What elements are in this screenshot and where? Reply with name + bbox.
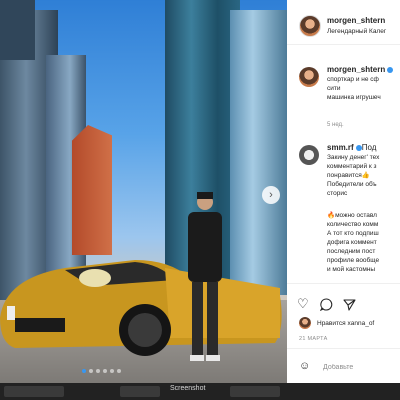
post-side-panel: morgen_shtern Легендарный Калег morgen_s… [287,0,400,383]
carousel-dot [82,369,86,373]
carousel-dot [89,369,93,373]
comment-line: количество комм [327,221,379,228]
skyscraper [72,125,112,255]
caption-avatar[interactable] [299,67,319,87]
caption-line: машинка игрушеч [327,94,381,101]
carousel-dot [103,369,107,373]
share-icon[interactable] [343,298,356,311]
comment-icon[interactable] [320,298,333,311]
comment-line: А тот кто подпиш [327,230,379,237]
carousel-dot [96,369,100,373]
comment-author[interactable]: smm.rf Под [327,143,376,152]
emoji-icon[interactable]: ☺ [299,360,310,372]
caption-time: 5 нед. [327,122,344,128]
comment-line: последним пост [327,248,376,255]
skyscraper [0,0,35,60]
author-username[interactable]: morgen_shtern [327,16,385,25]
strip-segment [120,386,160,397]
screenshot-label: Screenshot [170,385,206,392]
heart-icon[interactable]: ♡ [297,296,309,312]
carousel-indicator [82,369,121,373]
likes-summary[interactable]: Нравится xanna_of [317,320,374,327]
post-location[interactable]: Легендарный Калег [327,28,386,35]
comment-line: профиле вообще [327,257,380,264]
add-comment-bar: ☺ [287,348,400,385]
carousel-dot [117,369,121,373]
comment-line: понравится👍 [327,172,370,179]
author-avatar[interactable] [299,15,321,37]
post-date: 21 МАРТА [299,336,328,342]
comment-line: и мой кастомны [327,266,376,273]
sports-car [0,260,282,356]
caption-line: спорткар и не сф [327,76,379,83]
comment-line: сторис [327,190,348,197]
post-photo[interactable]: › [0,0,287,383]
strip-segment [230,386,280,397]
comment-line: Победители объ [327,181,377,188]
caption-line: сити [327,85,341,92]
post-header: morgen_shtern Легендарный Калег [287,0,400,45]
comment-line: дофига коммент [327,239,377,246]
comment-line: комментарий к з [327,163,377,170]
comments-list: morgen_shtern спорткар и не сф сити маши… [287,45,400,280]
comment-line: 🔥можно оставл [327,212,377,219]
caption-author[interactable]: morgen_shtern [327,65,394,74]
person [188,192,222,361]
comment-input[interactable] [321,358,400,376]
strip-segment [4,386,64,397]
verified-icon [387,66,394,73]
carousel-dot [110,369,114,373]
post-actions: ♡ Нравится xanna_of 21 МАРТА ☺ [287,283,400,384]
liker-avatar[interactable] [299,317,311,329]
chevron-right-icon[interactable]: › [262,186,280,204]
commenter-avatar[interactable] [299,145,319,165]
comment-line: Закину денег' тех [327,154,380,161]
